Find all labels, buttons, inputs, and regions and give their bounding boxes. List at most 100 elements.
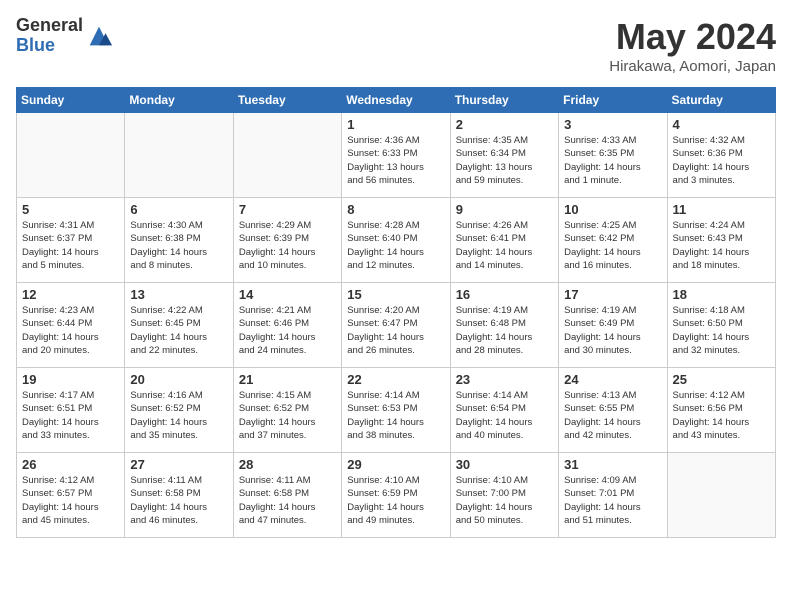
title-block: May 2024 Hirakawa, Aomori, Japan [609, 16, 776, 75]
day-number: 9 [456, 202, 553, 217]
logo: General Blue [16, 16, 113, 56]
day-number: 31 [564, 457, 661, 472]
calendar-cell: 14 Sunrise: 4:21 AMSunset: 6:46 PMDayligh… [233, 283, 341, 368]
calendar-cell: 21Sunrise: 4:15 AMSunset: 6:52 PMDayligh… [233, 368, 341, 453]
day-info: Sunrise: 4:31 AMSunset: 6:37 PMDaylight:… [22, 219, 119, 272]
day-info: Sunrise: 4:30 AMSunset: 6:38 PMDaylight:… [130, 219, 227, 272]
day-info: Sunrise: 4:12 AMSunset: 6:56 PMDaylight:… [673, 389, 770, 442]
day-info: Sunrise: 4:16 AMSunset: 6:52 PMDaylight:… [130, 389, 227, 442]
day-number: 30 [456, 457, 553, 472]
calendar-cell: 17Sunrise: 4:19 AMSunset: 6:49 PMDayligh… [559, 283, 667, 368]
day-number: 27 [130, 457, 227, 472]
day-number: 7 [239, 202, 336, 217]
calendar-cell: 7 Sunrise: 4:29 AMSunset: 6:39 PMDaylight… [233, 198, 341, 283]
calendar-cell [17, 113, 125, 198]
calendar-week-row: 1 Sunrise: 4:36 AMSunset: 6:33 PMDaylight… [17, 113, 776, 198]
day-number: 19 [22, 372, 119, 387]
weekday-header: Wednesday [342, 88, 450, 113]
calendar-week-row: 19 Sunrise: 4:17 AMSunset: 6:51 PMDayligh… [17, 368, 776, 453]
day-info: Sunrise: 4:33 AMSunset: 6:35 PMDaylight:… [564, 134, 661, 187]
calendar-cell: 29 Sunrise: 4:10 AMSunset: 6:59 PMDayligh… [342, 453, 450, 538]
day-number: 6 [130, 202, 227, 217]
calendar-cell: 25Sunrise: 4:12 AMSunset: 6:56 PMDayligh… [667, 368, 775, 453]
day-number: 4 [673, 117, 770, 132]
weekday-header: Friday [559, 88, 667, 113]
location: Hirakawa, Aomori, Japan [609, 58, 776, 75]
logo-icon [85, 22, 113, 50]
calendar-cell: 4 Sunrise: 4:32 AMSunset: 6:36 PMDaylight… [667, 113, 775, 198]
day-number: 14 [239, 287, 336, 302]
calendar-cell: 28 Sunrise: 4:11 AMSunset: 6:58 PMDayligh… [233, 453, 341, 538]
day-info: Sunrise: 4:11 AMSunset: 6:58 PMDaylight:… [239, 474, 336, 527]
day-number: 5 [22, 202, 119, 217]
calendar-cell: 19 Sunrise: 4:17 AMSunset: 6:51 PMDayligh… [17, 368, 125, 453]
calendar-cell: 1 Sunrise: 4:36 AMSunset: 6:33 PMDaylight… [342, 113, 450, 198]
calendar-cell: 23 Sunrise: 4:14 AMSunset: 6:54 PMDayligh… [450, 368, 558, 453]
day-number: 29 [347, 457, 444, 472]
calendar-cell: 12Sunrise: 4:23 AMSunset: 6:44 PMDayligh… [17, 283, 125, 368]
day-number: 23 [456, 372, 553, 387]
day-info: Sunrise: 4:20 AMSunset: 6:47 PMDaylight:… [347, 304, 444, 357]
calendar-cell: 9 Sunrise: 4:26 AMSunset: 6:41 PMDaylight… [450, 198, 558, 283]
day-number: 8 [347, 202, 444, 217]
calendar-cell: 30 Sunrise: 4:10 AMSunset: 7:00 PMDayligh… [450, 453, 558, 538]
calendar-cell [125, 113, 233, 198]
calendar-cell: 8 Sunrise: 4:28 AMSunset: 6:40 PMDaylight… [342, 198, 450, 283]
day-info: Sunrise: 4:26 AMSunset: 6:41 PMDaylight:… [456, 219, 553, 272]
day-info: Sunrise: 4:35 AMSunset: 6:34 PMDaylight:… [456, 134, 553, 187]
calendar-cell: 31 Sunrise: 4:09 AMSunset: 7:01 PMDayligh… [559, 453, 667, 538]
day-info: Sunrise: 4:19 AMSunset: 6:48 PMDaylight:… [456, 304, 553, 357]
day-number: 11 [673, 202, 770, 217]
day-info: Sunrise: 4:17 AMSunset: 6:51 PMDaylight:… [22, 389, 119, 442]
day-info: Sunrise: 4:14 AMSunset: 6:53 PMDaylight:… [347, 389, 444, 442]
day-number: 3 [564, 117, 661, 132]
day-info: Sunrise: 4:28 AMSunset: 6:40 PMDaylight:… [347, 219, 444, 272]
day-info: Sunrise: 4:29 AMSunset: 6:39 PMDaylight:… [239, 219, 336, 272]
calendar-week-row: 12Sunrise: 4:23 AMSunset: 6:44 PMDayligh… [17, 283, 776, 368]
logo-general: General [16, 15, 83, 35]
calendar-cell: 22 Sunrise: 4:14 AMSunset: 6:53 PMDayligh… [342, 368, 450, 453]
calendar-cell: 5 Sunrise: 4:31 AMSunset: 6:37 PMDaylight… [17, 198, 125, 283]
page-header: General Blue May 2024 Hirakawa, Aomori, … [16, 16, 776, 75]
day-number: 28 [239, 457, 336, 472]
calendar-cell: 3 Sunrise: 4:33 AMSunset: 6:35 PMDaylight… [559, 113, 667, 198]
calendar-cell: 13Sunrise: 4:22 AMSunset: 6:45 PMDayligh… [125, 283, 233, 368]
day-info: Sunrise: 4:18 AMSunset: 6:50 PMDaylight:… [673, 304, 770, 357]
calendar-week-row: 26Sunrise: 4:12 AMSunset: 6:57 PMDayligh… [17, 453, 776, 538]
day-info: Sunrise: 4:32 AMSunset: 6:36 PMDaylight:… [673, 134, 770, 187]
calendar-week-row: 5 Sunrise: 4:31 AMSunset: 6:37 PMDaylight… [17, 198, 776, 283]
day-info: Sunrise: 4:36 AMSunset: 6:33 PMDaylight:… [347, 134, 444, 187]
day-info: Sunrise: 4:19 AMSunset: 6:49 PMDaylight:… [564, 304, 661, 357]
day-info: Sunrise: 4:21 AMSunset: 6:46 PMDaylight:… [239, 304, 336, 357]
day-number: 15 [347, 287, 444, 302]
calendar-cell: 16Sunrise: 4:19 AMSunset: 6:48 PMDayligh… [450, 283, 558, 368]
day-info: Sunrise: 4:09 AMSunset: 7:01 PMDaylight:… [564, 474, 661, 527]
month-title: May 2024 [609, 16, 776, 58]
day-info: Sunrise: 4:24 AMSunset: 6:43 PMDaylight:… [673, 219, 770, 272]
day-info: Sunrise: 4:25 AMSunset: 6:42 PMDaylight:… [564, 219, 661, 272]
day-info: Sunrise: 4:10 AMSunset: 7:00 PMDaylight:… [456, 474, 553, 527]
day-number: 12 [22, 287, 119, 302]
day-number: 20 [130, 372, 227, 387]
calendar-cell: 15 Sunrise: 4:20 AMSunset: 6:47 PMDayligh… [342, 283, 450, 368]
logo-blue: Blue [16, 35, 55, 55]
calendar-cell: 2 Sunrise: 4:35 AMSunset: 6:34 PMDaylight… [450, 113, 558, 198]
day-info: Sunrise: 4:10 AMSunset: 6:59 PMDaylight:… [347, 474, 444, 527]
calendar-cell: 24 Sunrise: 4:13 AMSunset: 6:55 PMDayligh… [559, 368, 667, 453]
day-number: 2 [456, 117, 553, 132]
day-info: Sunrise: 4:15 AMSunset: 6:52 PMDaylight:… [239, 389, 336, 442]
calendar-cell: 26Sunrise: 4:12 AMSunset: 6:57 PMDayligh… [17, 453, 125, 538]
weekday-header: Saturday [667, 88, 775, 113]
day-info: Sunrise: 4:13 AMSunset: 6:55 PMDaylight:… [564, 389, 661, 442]
weekday-header: Thursday [450, 88, 558, 113]
calendar-cell [667, 453, 775, 538]
weekday-header: Monday [125, 88, 233, 113]
day-info: Sunrise: 4:14 AMSunset: 6:54 PMDaylight:… [456, 389, 553, 442]
day-info: Sunrise: 4:11 AMSunset: 6:58 PMDaylight:… [130, 474, 227, 527]
day-number: 1 [347, 117, 444, 132]
day-number: 26 [22, 457, 119, 472]
day-number: 24 [564, 372, 661, 387]
weekday-header-row: SundayMondayTuesdayWednesdayThursdayFrid… [17, 88, 776, 113]
calendar-cell: 20 Sunrise: 4:16 AMSunset: 6:52 PMDayligh… [125, 368, 233, 453]
day-number: 22 [347, 372, 444, 387]
